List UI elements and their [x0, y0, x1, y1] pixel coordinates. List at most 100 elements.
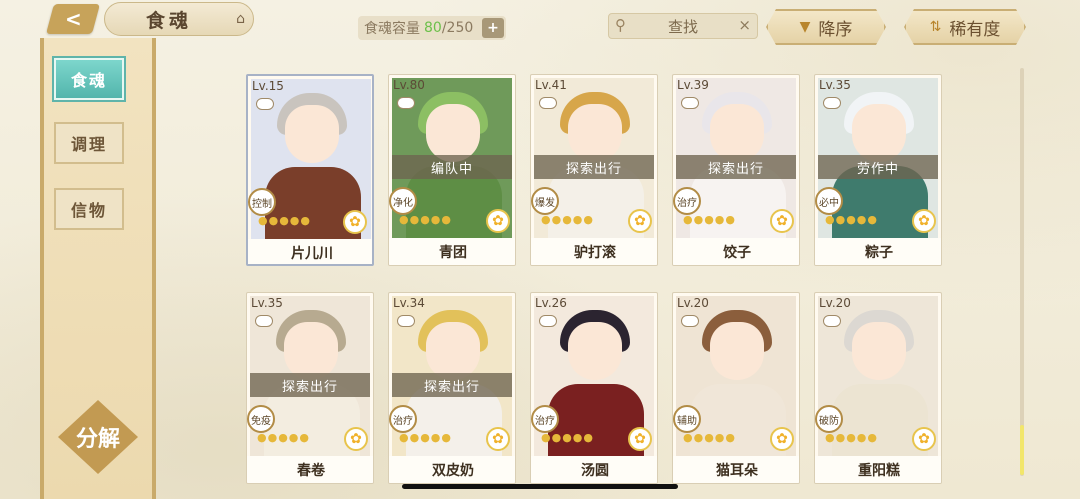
- card-name: 驴打滚: [531, 238, 657, 265]
- portrait-face: [710, 104, 764, 162]
- teacup-icon: [397, 315, 415, 327]
- star-rating-icon: ●●●●●: [683, 213, 736, 226]
- food-soul-card[interactable]: Lv.15 控制 ●●●●● ✿ 片儿川: [246, 74, 374, 266]
- search-icon: ⚲: [615, 16, 626, 34]
- star-rating-icon: ●●●●●: [541, 213, 594, 226]
- sidebar-item-tokens[interactable]: 信物: [54, 188, 124, 230]
- food-soul-card[interactable]: Lv.35 探索出行 免疫 ●●●●● ✿ 春卷: [246, 292, 374, 484]
- teacup-icon: [397, 97, 415, 109]
- star-rating-icon: ●●●●●: [541, 431, 594, 444]
- flower-rarity-icon: ✿: [486, 427, 510, 451]
- level-label: Lv.15: [252, 79, 284, 93]
- role-badge: 控制: [248, 188, 276, 216]
- flower-rarity-icon: ✿: [343, 210, 367, 234]
- sidebar-item-food-souls[interactable]: 食魂: [54, 58, 124, 100]
- teacup-icon: [823, 315, 841, 327]
- status-banner: 编队中: [392, 155, 512, 179]
- role-badge: 治疗: [673, 187, 701, 215]
- card-name: 汤圆: [531, 456, 657, 483]
- card-name: 青团: [389, 238, 515, 265]
- capacity-display: 食魂容量 80 /250 +: [358, 16, 506, 40]
- role-badge: 辅助: [673, 405, 701, 433]
- portrait-face: [568, 322, 622, 380]
- star-rating-icon: ●●●●●: [825, 431, 878, 444]
- portrait-face: [285, 105, 339, 163]
- flower-rarity-icon: ✿: [912, 427, 936, 451]
- add-capacity-button[interactable]: +: [482, 18, 504, 38]
- food-soul-card[interactable]: Lv.80 编队中 净化 ●●●●● ✿ 青团: [388, 74, 516, 266]
- capacity-current: 80: [424, 20, 442, 36]
- level-label: Lv.39: [677, 78, 709, 92]
- star-rating-icon: ●●●●●: [825, 213, 878, 226]
- card-name: 双皮奶: [389, 456, 515, 483]
- role-badge: 净化: [389, 187, 417, 215]
- page-title: 食魂: [145, 9, 192, 32]
- level-label: Lv.34: [393, 296, 425, 310]
- portrait-body: [548, 384, 644, 460]
- sort-arrows-icon: ⇅: [929, 19, 942, 35]
- role-badge: 爆发: [531, 187, 559, 215]
- flower-rarity-icon: ✿: [770, 427, 794, 451]
- portrait-body: [832, 384, 928, 460]
- sort-rarity-button[interactable]: ⇅ 稀有度: [904, 9, 1026, 45]
- portrait-body: [265, 167, 361, 243]
- role-badge: 免疫: [247, 405, 275, 433]
- back-arrow-icon: <: [64, 7, 82, 31]
- card-name: 重阳糕: [815, 456, 941, 483]
- food-soul-card[interactable]: Lv.35 劳作中 必中 ●●●●● ✿ 粽子: [814, 74, 942, 266]
- status-banner: 探索出行: [534, 155, 654, 179]
- teacup-icon: [681, 97, 699, 109]
- card-name: 粽子: [815, 238, 941, 265]
- card-name: 猫耳朵: [673, 456, 799, 483]
- teacup-icon: [539, 315, 557, 327]
- portrait-face: [568, 104, 622, 162]
- food-soul-card[interactable]: Lv.41 探索出行 爆发 ●●●●● ✿ 驴打滚: [530, 74, 658, 266]
- clear-search-icon[interactable]: ×: [738, 16, 751, 34]
- teacup-icon: [256, 98, 274, 110]
- status-banner: 探索出行: [250, 373, 370, 397]
- search-placeholder: 查找: [667, 17, 698, 36]
- portrait-face: [710, 322, 764, 380]
- food-soul-card[interactable]: Lv.20 破防 ●●●●● ✿ 重阳糕: [814, 292, 942, 484]
- home-indicator: [402, 484, 678, 489]
- flower-rarity-icon: ✿: [628, 209, 652, 233]
- portrait-face: [426, 322, 480, 380]
- food-soul-card[interactable]: Lv.39 探索出行 治疗 ●●●●● ✿ 饺子: [672, 74, 800, 266]
- card-name: 春卷: [247, 456, 373, 483]
- teacup-icon: [823, 97, 841, 109]
- food-soul-card[interactable]: Lv.20 辅助 ●●●●● ✿ 猫耳朵: [672, 292, 800, 484]
- portrait-face: [852, 322, 906, 380]
- top-bar: < 食魂 ⌂ 食魂容量 80 /250 + ⚲ 查找 × ▼ 降序 ⇅ 稀有度: [0, 0, 1080, 50]
- triangle-down-icon: ▼: [799, 19, 811, 35]
- teacup-icon: [255, 315, 273, 327]
- role-badge: 破防: [815, 405, 843, 433]
- flower-rarity-icon: ✿: [486, 209, 510, 233]
- portrait-face: [426, 104, 480, 162]
- flower-rarity-icon: ✿: [770, 209, 794, 233]
- flower-rarity-icon: ✿: [344, 427, 368, 451]
- portrait-body: [690, 384, 786, 460]
- sort-order-button[interactable]: ▼ 降序: [766, 9, 886, 45]
- level-label: Lv.20: [677, 296, 709, 310]
- status-banner: 探索出行: [392, 373, 512, 397]
- food-soul-card[interactable]: Lv.34 探索出行 治疗 ●●●●● ✿ 双皮奶: [388, 292, 516, 484]
- teacup-icon: [681, 315, 699, 327]
- capacity-label: 食魂容量: [364, 21, 420, 37]
- level-label: Lv.26: [535, 296, 567, 310]
- card-name: 饺子: [673, 238, 799, 265]
- star-rating-icon: ●●●●●: [257, 431, 310, 444]
- scrollbar-track[interactable]: [1020, 68, 1024, 476]
- level-label: Lv.41: [535, 78, 567, 92]
- scrollbar-thumb[interactable]: [1020, 425, 1024, 475]
- level-label: Lv.35: [251, 296, 283, 310]
- back-button[interactable]: <: [45, 4, 101, 34]
- flower-rarity-icon: ✿: [628, 427, 652, 451]
- search-input[interactable]: ⚲ 查找 ×: [608, 13, 758, 39]
- star-rating-icon: ●●●●●: [258, 214, 311, 227]
- card-name: 片儿川: [248, 239, 372, 264]
- food-soul-card[interactable]: Lv.26 治疗 ●●●●● ✿ 汤圆: [530, 292, 658, 484]
- portrait-face: [852, 104, 906, 162]
- hat-icon: ⌂: [236, 11, 245, 27]
- status-banner: 劳作中: [818, 155, 938, 179]
- sidebar-item-conditioning[interactable]: 调理: [54, 122, 124, 164]
